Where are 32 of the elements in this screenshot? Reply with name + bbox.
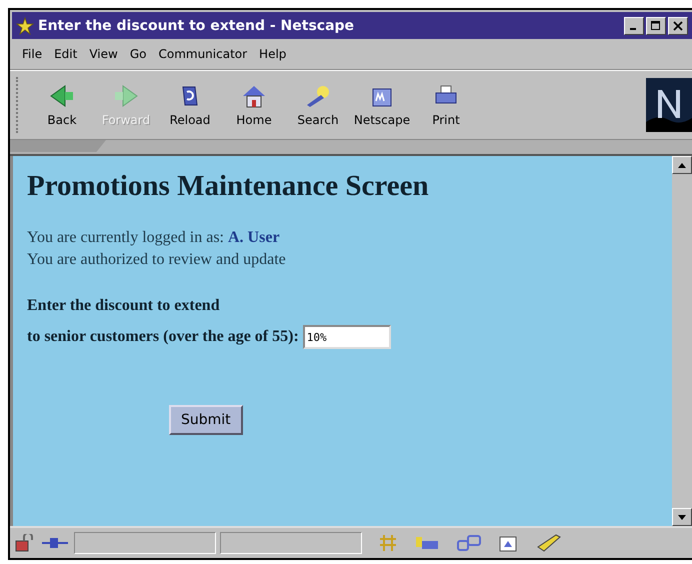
maximize-button[interactable] <box>646 16 666 34</box>
page-heading: Promotions Maintenance Screen <box>27 170 430 203</box>
prompt-label: to senior customers (over the age of 55): <box>27 328 299 346</box>
toolbar-button[interactable]: Back <box>33 75 91 135</box>
toolbar-button[interactable]: Home <box>225 75 283 135</box>
chat-icon[interactable] <box>454 533 484 553</box>
menu-item[interactable]: View <box>83 47 124 61</box>
lock-icon <box>14 534 36 552</box>
minimize-icon <box>630 28 636 30</box>
window-title: Enter the discount to extend - Netscape <box>38 18 356 34</box>
maximize-icon <box>651 20 661 30</box>
menu-item[interactable]: Communicator <box>152 47 254 61</box>
menu-item[interactable]: Help <box>253 47 292 61</box>
minimize-button[interactable] <box>624 16 644 34</box>
scroll-down-icon[interactable] <box>672 508 692 526</box>
user-name: A. User <box>228 229 280 246</box>
discount-field[interactable]: 10% <box>302 325 391 349</box>
star-icon <box>16 16 34 34</box>
login-text: You are currently logged in as: <box>27 229 224 246</box>
toolbar-button[interactable]: Print <box>417 75 475 135</box>
toolbar-button[interactable]: Reload <box>161 75 219 135</box>
submit-button[interactable]: Submit <box>169 405 243 435</box>
close-icon <box>673 20 683 30</box>
prompt-label: Enter the discount to extend <box>27 297 220 314</box>
menu-item[interactable]: File <box>16 47 48 61</box>
toolbar-button[interactable]: Search <box>289 75 347 135</box>
menu-item[interactable]: Edit <box>48 47 84 61</box>
menu-item[interactable]: Go <box>124 47 152 61</box>
close-button[interactable] <box>668 16 688 34</box>
authorization-text: You are authorized to review and update <box>27 251 286 268</box>
scroll-up-icon[interactable] <box>672 156 692 174</box>
toolbar-button[interactable]: Netscape <box>353 75 411 135</box>
